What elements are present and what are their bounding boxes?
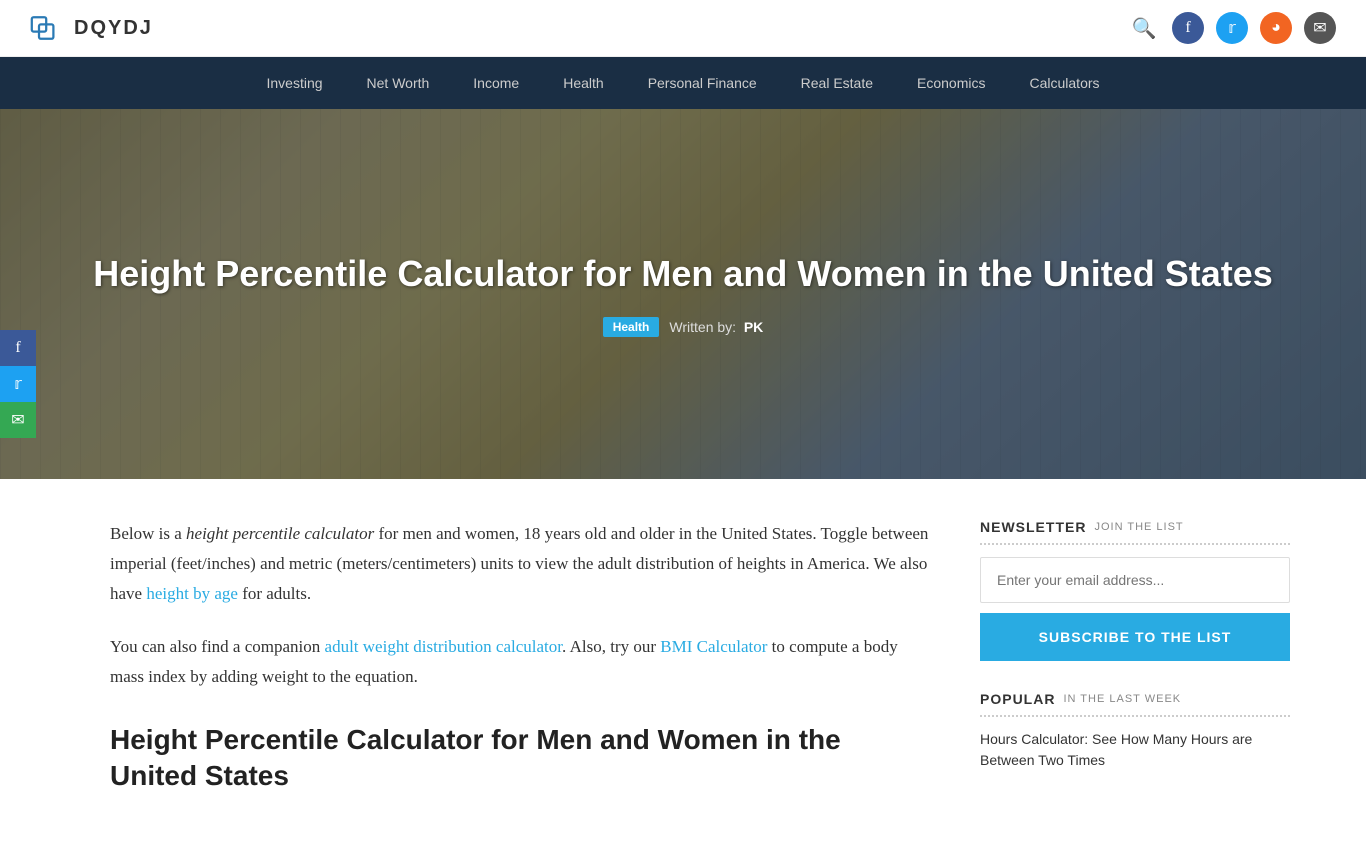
popular-subtitle: IN THE LAST WEEK (1063, 693, 1181, 705)
written-by-label: Written by: PK (669, 319, 763, 335)
twitter-icon[interactable]: 𝕣 (1216, 12, 1248, 44)
article-section-title: Height Percentile Calculator for Men and… (110, 722, 930, 795)
newsletter-subtitle: JOIN THE LIST (1094, 521, 1183, 533)
facebook-icon[interactable]: f (1172, 12, 1204, 44)
popular-section: POPULAR IN THE LAST WEEK Hours Calculato… (980, 691, 1290, 771)
hero-title: Height Percentile Calculator for Men and… (93, 251, 1273, 298)
hero-meta: Health Written by: PK (93, 317, 1273, 337)
subscribe-button[interactable]: SUBSCRIBE TO THE LIST (980, 613, 1290, 661)
social-email-button[interactable]: ✉ (0, 402, 36, 438)
popular-title: POPULAR IN THE LAST WEEK (980, 691, 1290, 717)
main-content: Below is a height percentile calculator … (0, 479, 1366, 841)
newsletter-section: NEWSLETTER JOIN THE LIST SUBSCRIBE TO TH… (980, 519, 1290, 661)
search-icon[interactable]: 🔍 (1128, 12, 1160, 44)
nav-investing[interactable]: Investing (244, 57, 344, 109)
newsletter-title: NEWSLETTER JOIN THE LIST (980, 519, 1290, 545)
site-header: DQYDJ 🔍 f 𝕣 ◕ ✉ (0, 0, 1366, 57)
height-by-age-link[interactable]: height by age (146, 584, 238, 603)
email-icon[interactable]: ✉ (1304, 12, 1336, 44)
weight-calculator-link[interactable]: adult weight distribution calculator (325, 637, 562, 656)
nav-income[interactable]: Income (451, 57, 541, 109)
logo-text: DQYDJ (74, 17, 153, 40)
nav-personal-finance[interactable]: Personal Finance (626, 57, 779, 109)
social-facebook-button[interactable]: f (0, 330, 36, 366)
article-companion-paragraph: You can also find a companion adult weig… (110, 632, 930, 692)
article-intro-paragraph: Below is a height percentile calculator … (110, 519, 930, 608)
bmi-calculator-link[interactable]: BMI Calculator (660, 637, 767, 656)
main-nav: Investing Net Worth Income Health Person… (0, 57, 1366, 109)
logo-icon (30, 10, 66, 46)
rss-icon[interactable]: ◕ (1260, 12, 1292, 44)
nav-net-worth[interactable]: Net Worth (345, 57, 452, 109)
hero-section: Height Percentile Calculator for Men and… (0, 109, 1366, 479)
site-logo[interactable]: DQYDJ (30, 10, 153, 46)
nav-real-estate[interactable]: Real Estate (779, 57, 895, 109)
popular-item[interactable]: Hours Calculator: See How Many Hours are… (980, 729, 1290, 771)
sidebar: NEWSLETTER JOIN THE LIST SUBSCRIBE TO TH… (980, 519, 1290, 801)
social-twitter-button[interactable]: 𝕣 (0, 366, 36, 402)
article-italic-text: height percentile calculator (186, 524, 374, 543)
social-sidebar: f 𝕣 ✉ (0, 330, 36, 438)
nav-economics[interactable]: Economics (895, 57, 1007, 109)
health-badge[interactable]: Health (603, 317, 660, 337)
nav-health[interactable]: Health (541, 57, 625, 109)
author-name: PK (744, 319, 763, 335)
nav-calculators[interactable]: Calculators (1007, 57, 1121, 109)
article-body: Below is a height percentile calculator … (110, 519, 980, 801)
hero-content: Height Percentile Calculator for Men and… (53, 251, 1313, 338)
header-social-icons: 🔍 f 𝕣 ◕ ✉ (1128, 12, 1336, 44)
newsletter-email-input[interactable] (980, 557, 1290, 603)
